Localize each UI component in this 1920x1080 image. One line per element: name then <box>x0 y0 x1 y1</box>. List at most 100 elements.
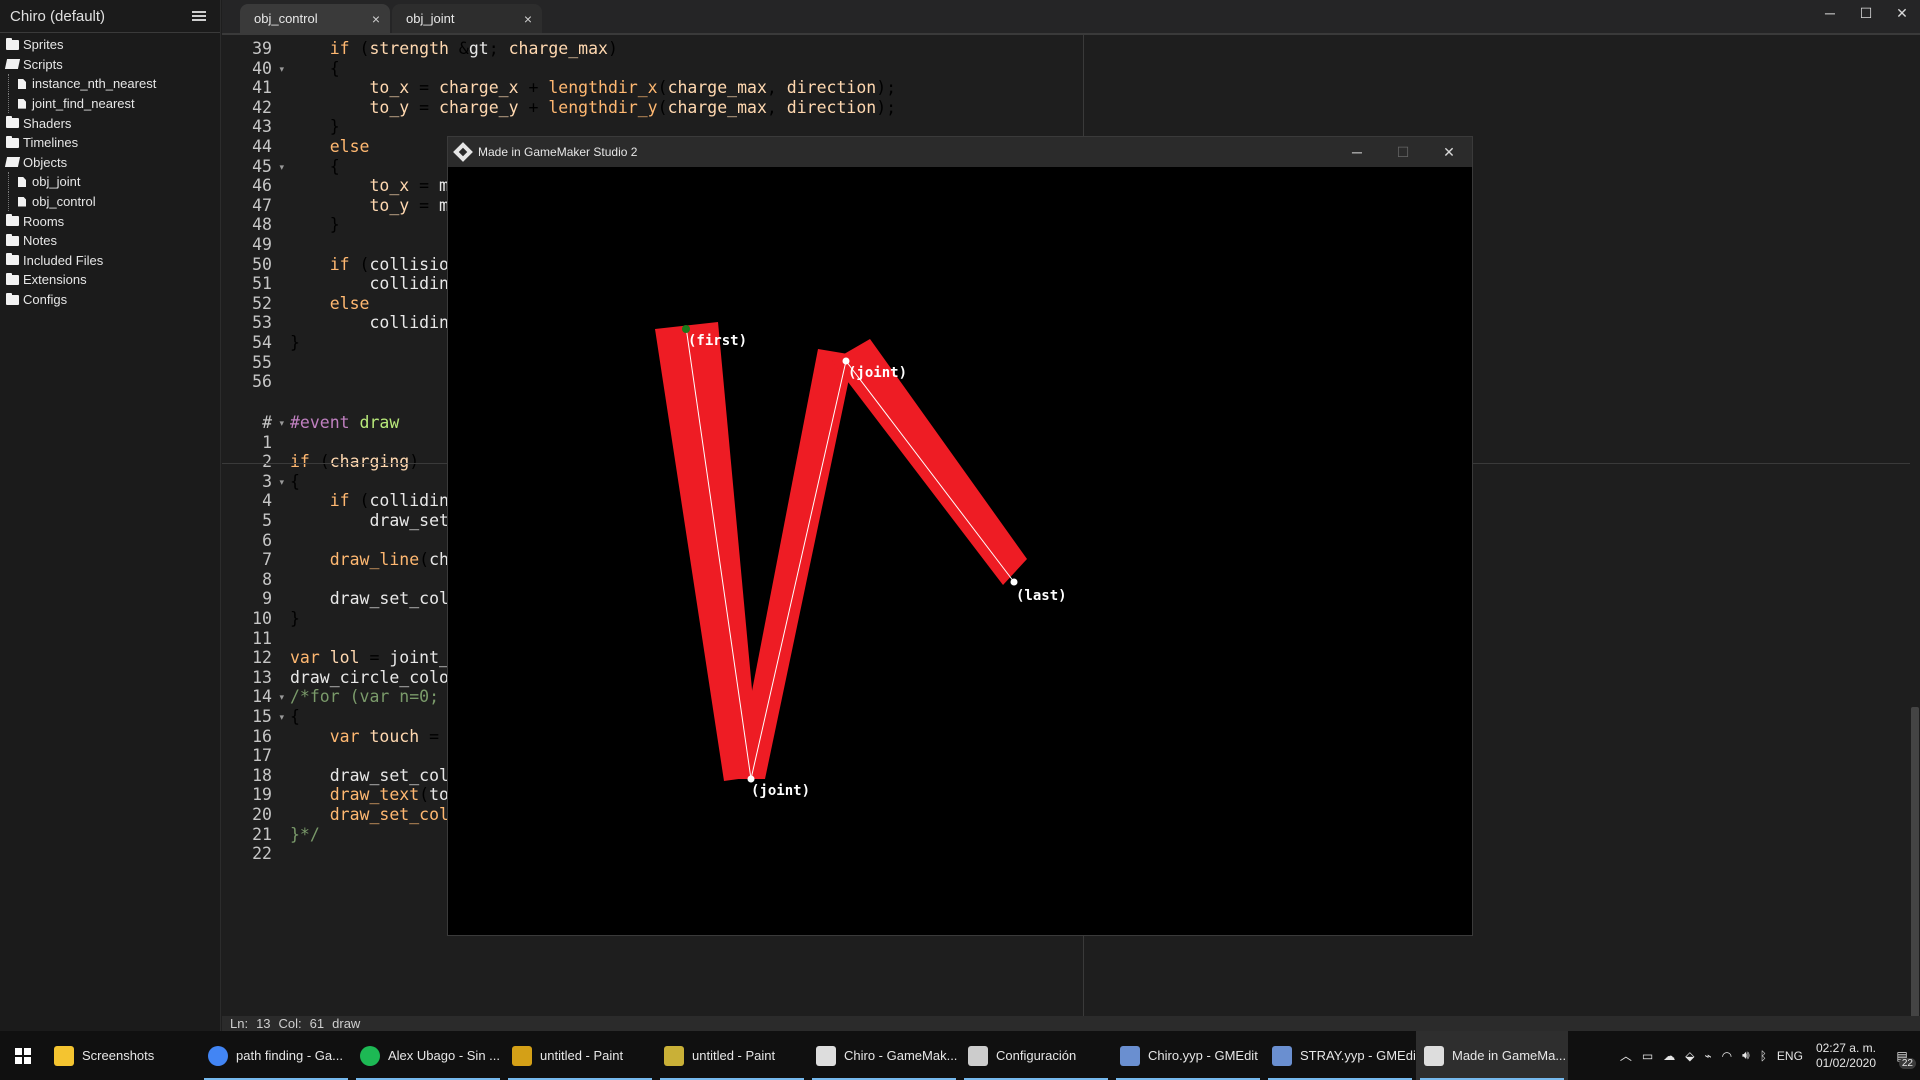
game-window-controls: ─ ☐ ✕ <box>1334 137 1472 167</box>
notification-icon[interactable]: ▤ 22 <box>1884 1049 1920 1069</box>
joint-point-2 <box>747 775 755 783</box>
clock[interactable]: 02:27 a. m. 01/02/2020 <box>1808 1041 1884 1071</box>
maximize-icon[interactable]: ☐ <box>1848 0 1884 26</box>
fold-arrow-icon[interactable]: ▾ <box>279 411 284 435</box>
bluetooth-icon[interactable]: ᛒ <box>1755 1049 1772 1063</box>
dropbox-icon[interactable]: ⬙ <box>1680 1049 1699 1063</box>
tree-item[interactable]: instance_nth_nearest <box>0 74 220 94</box>
fold-arrow-icon[interactable]: ▾ <box>279 470 284 494</box>
tab-obj-control[interactable]: obj_control × <box>240 4 390 33</box>
status-col-label: Col: <box>278 1016 302 1031</box>
tree-item[interactable]: Timelines <box>0 133 220 153</box>
game-window-titlebar[interactable]: Made in GameMaker Studio 2 ─ ☐ ✕ <box>448 137 1472 167</box>
cloud-icon[interactable]: ☁ <box>1658 1049 1680 1063</box>
code-line[interactable]: draw_set <box>290 509 448 533</box>
code-line[interactable]: to_y = charge_y + lengthdir_y(charge_max… <box>290 96 896 120</box>
gamemaker-icon <box>816 1045 836 1066</box>
editor-scrollbar[interactable] <box>1910 35 1920 1037</box>
taskbar-app-label: Screenshots <box>82 1048 155 1063</box>
gear-icon <box>968 1045 988 1066</box>
status-mode: draw <box>332 1016 361 1031</box>
project-sidebar: Chiro (default) Sprites Scripts instance_n… <box>0 0 221 1031</box>
chevron-up-icon[interactable]: ︿ <box>1615 1047 1637 1064</box>
last-point <box>1010 578 1018 586</box>
code-line[interactable]: draw_line(ch <box>290 548 449 572</box>
taskbar: Screenshots path finding - Ga... Alex Ubag… <box>0 1031 1920 1080</box>
taskbar-app[interactable]: Alex Ubago - Sin ... <box>352 1031 504 1080</box>
code-line[interactable]: collidin <box>290 311 448 335</box>
code-line[interactable]: /*for (var n=0; <box>290 685 439 709</box>
tree-item[interactable]: Rooms <box>0 211 220 231</box>
tree-item[interactable]: joint_find_nearest <box>0 93 220 114</box>
tree-item[interactable]: Sprites <box>0 35 220 55</box>
status-ln: 13 <box>256 1016 271 1031</box>
label-joint-1: (joint) <box>848 365 907 381</box>
tree-item[interactable]: obj_control <box>0 191 220 212</box>
usb-icon[interactable]: ⌁ <box>1699 1049 1716 1063</box>
code-line[interactable]: } <box>290 331 300 355</box>
close-window-icon[interactable]: ✕ <box>1884 0 1920 26</box>
close-icon[interactable]: × <box>372 11 380 27</box>
tree-item-label: Scripts <box>23 56 63 72</box>
scroll-thumb[interactable] <box>1911 707 1919 1037</box>
code-line[interactable]: var touch = <box>290 725 439 749</box>
taskbar-app[interactable]: Screenshots <box>46 1031 200 1080</box>
taskbar-app[interactable]: Chiro - GameMak... <box>808 1031 960 1080</box>
tree-item-label: Notes <box>23 233 57 249</box>
joint-point-1 <box>842 357 850 365</box>
game-canvas[interactable]: (first) (joint) (joint) (last) <box>448 167 1472 935</box>
taskbar-app-label: Chiro - GameMak... <box>844 1048 958 1063</box>
code-line[interactable]: } <box>290 213 340 237</box>
volume-icon[interactable]: 🔊︎ <box>1737 1048 1755 1063</box>
editor-tab-bar: obj_control × obj_joint × ─ ☐ ✕ <box>222 0 1920 33</box>
file-icon <box>18 196 26 207</box>
fold-arrow-icon[interactable]: ▾ <box>279 155 284 179</box>
close-icon[interactable]: ✕ <box>1426 137 1472 167</box>
taskbar-app[interactable]: untitled - Paint <box>504 1031 656 1080</box>
minimize-icon[interactable]: ─ <box>1334 137 1380 167</box>
tree-item[interactable]: obj_joint <box>0 172 220 192</box>
language-indicator[interactable]: ENG <box>1772 1049 1808 1063</box>
taskbar-app[interactable]: Configuración <box>960 1031 1112 1080</box>
tree-item[interactable]: Extensions <box>0 270 220 290</box>
tree-item-label: obj_control <box>32 194 96 210</box>
fold-arrow-icon[interactable]: ▾ <box>279 705 284 729</box>
folder-icon <box>6 135 19 148</box>
tree-item-label: Shaders <box>23 115 72 131</box>
paint-icon <box>664 1045 684 1066</box>
taskbar-app[interactable]: STRAY.yyp - GMEdit <box>1264 1031 1420 1080</box>
code-line[interactable]: #event draw <box>290 411 399 435</box>
code-line[interactable]: } <box>290 607 300 631</box>
taskbar-app[interactable]: untitled - Paint <box>656 1031 808 1080</box>
code-line[interactable]: draw_set_col <box>290 587 449 611</box>
tree-item[interactable]: Objects <box>0 153 220 173</box>
file-icon <box>18 176 26 187</box>
minimize-icon[interactable]: ─ <box>1812 0 1848 26</box>
tab-obj-joint[interactable]: obj_joint × <box>392 4 542 33</box>
tree-item[interactable]: Included Files <box>0 251 220 271</box>
battery-icon[interactable]: ▭ <box>1637 1049 1658 1063</box>
folder-icon <box>6 292 19 305</box>
tab-label: obj_control <box>254 11 318 26</box>
game-window[interactable]: Made in GameMaker Studio 2 ─ ☐ ✕ (first)… <box>447 136 1473 936</box>
folder-open-icon <box>4 157 21 168</box>
taskbar-app[interactable]: Chiro.yyp - GMEdit <box>1112 1031 1264 1080</box>
code-line[interactable]: }*/ <box>290 823 320 847</box>
start-button[interactable] <box>0 1031 46 1080</box>
taskbar-app-label: STRAY.yyp - GMEdit <box>1300 1048 1420 1063</box>
fold-arrow-icon[interactable]: ▾ <box>279 57 284 81</box>
tree-item[interactable]: Scripts <box>0 55 220 75</box>
taskbar-app[interactable]: path finding - Ga... <box>200 1031 352 1080</box>
folder-icon <box>6 214 19 227</box>
gmedit-icon <box>1120 1045 1140 1066</box>
label-last: (last) <box>1016 588 1067 604</box>
wifi-icon[interactable]: ◠ <box>1717 1049 1737 1063</box>
close-icon[interactable]: × <box>524 11 532 27</box>
tree-item[interactable]: Configs <box>0 290 220 310</box>
taskbar-app[interactable]: Made in GameMa... <box>1416 1031 1568 1080</box>
menu-icon[interactable] <box>192 11 206 21</box>
tree-item[interactable]: Shaders <box>0 113 220 133</box>
tree-item[interactable]: Notes <box>0 231 220 251</box>
tree-item-label: Sprites <box>23 37 64 53</box>
folder-icon <box>6 116 19 129</box>
